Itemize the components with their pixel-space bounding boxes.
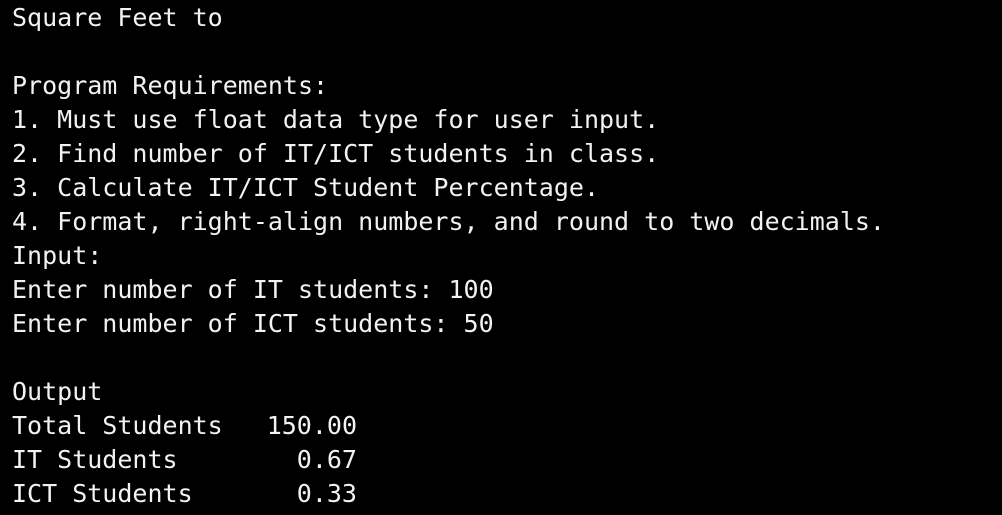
- output-heading: Output: [12, 377, 103, 406]
- input-heading: Input:: [12, 241, 103, 270]
- input-it-value: 100: [448, 275, 494, 304]
- output-row-ict: ICT Students 0.33: [12, 477, 1002, 511]
- output-label: Total Students: [12, 411, 223, 440]
- input-ict-prompt: Enter number of ICT students:: [12, 309, 464, 338]
- requirement-item-3: 3. Calculate IT/ICT Student Percentage.: [12, 173, 599, 202]
- requirement-item-2: 2. Find number of IT/ICT students in cla…: [12, 139, 660, 168]
- input-it-prompt: Enter number of IT students:: [12, 275, 449, 304]
- console-title-line: Square Feet to: [12, 3, 223, 32]
- output-row-it: IT Students 0.67: [12, 443, 1002, 477]
- output-value: 150.00: [266, 411, 357, 440]
- input-ict-line: Enter number of ICT students: 50: [12, 307, 1002, 341]
- output-label: IT Students: [12, 445, 178, 474]
- output-label: ICT Students: [12, 479, 193, 508]
- console-window[interactable]: Square Feet to Program Requirements: 1. …: [0, 1, 1002, 515]
- output-value: 0.33: [296, 479, 357, 508]
- output-row-total: Total Students 150.00: [12, 409, 1002, 443]
- requirement-item-4: 4. Format, right-align numbers, and roun…: [12, 207, 885, 236]
- requirement-item-1: 1. Must use float data type for user inp…: [12, 105, 660, 134]
- requirements-heading: Program Requirements:: [12, 71, 329, 100]
- input-it-line: Enter number of IT students: 100: [12, 273, 1002, 307]
- output-value: 0.67: [296, 445, 357, 474]
- input-ict-value: 50: [463, 309, 494, 338]
